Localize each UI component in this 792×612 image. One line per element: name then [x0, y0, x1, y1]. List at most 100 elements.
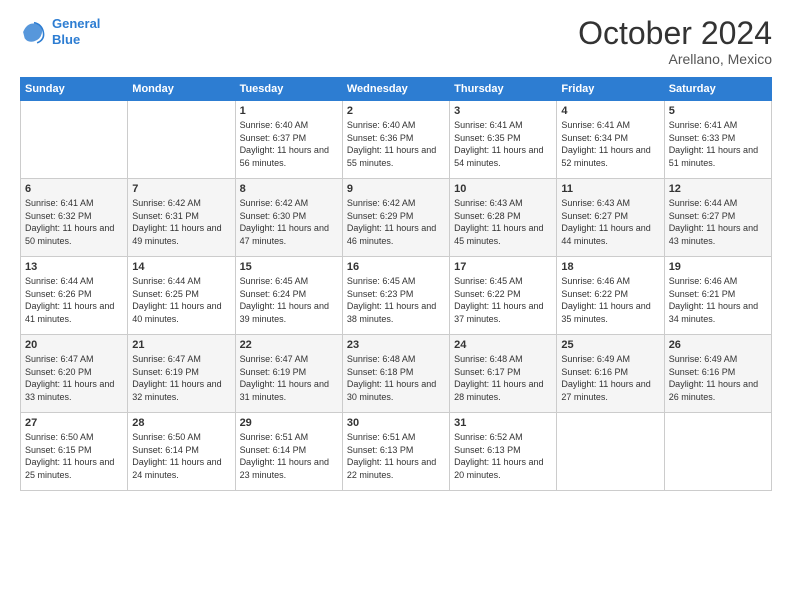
daylight: Daylight: 11 hours and 25 minutes. — [25, 457, 114, 480]
sunrise: Sunrise: 6:44 AM — [132, 276, 201, 286]
day-info: Sunrise: 6:46 AM Sunset: 6:21 PM Dayligh… — [669, 275, 767, 325]
day-info: Sunrise: 6:50 AM Sunset: 6:15 PM Dayligh… — [25, 431, 123, 481]
day-number: 26 — [669, 339, 767, 351]
day-cell: 19 Sunrise: 6:46 AM Sunset: 6:21 PM Dayl… — [664, 257, 771, 335]
header-tuesday: Tuesday — [235, 78, 342, 101]
day-cell: 18 Sunrise: 6:46 AM Sunset: 6:22 PM Dayl… — [557, 257, 664, 335]
day-info: Sunrise: 6:43 AM Sunset: 6:28 PM Dayligh… — [454, 197, 552, 247]
daylight: Daylight: 11 hours and 38 minutes. — [347, 301, 436, 324]
sunrise: Sunrise: 6:42 AM — [347, 198, 416, 208]
day-info: Sunrise: 6:42 AM Sunset: 6:30 PM Dayligh… — [240, 197, 338, 247]
daylight: Daylight: 11 hours and 20 minutes. — [454, 457, 543, 480]
logo-line2: Blue — [52, 32, 80, 47]
daylight: Daylight: 11 hours and 41 minutes. — [25, 301, 114, 324]
sunrise: Sunrise: 6:41 AM — [669, 120, 738, 130]
day-cell: 25 Sunrise: 6:49 AM Sunset: 6:16 PM Dayl… — [557, 335, 664, 413]
sunset: Sunset: 6:31 PM — [132, 211, 199, 221]
day-cell: 27 Sunrise: 6:50 AM Sunset: 6:15 PM Dayl… — [21, 413, 128, 491]
day-number: 8 — [240, 183, 338, 195]
sunrise: Sunrise: 6:51 AM — [240, 432, 309, 442]
sunset: Sunset: 6:25 PM — [132, 289, 199, 299]
sunset: Sunset: 6:28 PM — [454, 211, 521, 221]
day-number: 23 — [347, 339, 445, 351]
sunset: Sunset: 6:15 PM — [25, 445, 92, 455]
daylight: Daylight: 11 hours and 51 minutes. — [669, 145, 758, 168]
day-number: 1 — [240, 105, 338, 117]
daylight: Daylight: 11 hours and 24 minutes. — [132, 457, 221, 480]
sunrise: Sunrise: 6:46 AM — [669, 276, 738, 286]
calendar-header: Sunday Monday Tuesday Wednesday Thursday… — [21, 78, 772, 101]
daylight: Daylight: 11 hours and 26 minutes. — [669, 379, 758, 402]
day-number: 12 — [669, 183, 767, 195]
sunrise: Sunrise: 6:49 AM — [669, 354, 738, 364]
day-cell: 6 Sunrise: 6:41 AM Sunset: 6:32 PM Dayli… — [21, 179, 128, 257]
daylight: Daylight: 11 hours and 56 minutes. — [240, 145, 329, 168]
location-subtitle: Arellano, Mexico — [578, 51, 772, 67]
day-number: 11 — [561, 183, 659, 195]
daylight: Daylight: 11 hours and 28 minutes. — [454, 379, 543, 402]
sunrise: Sunrise: 6:47 AM — [132, 354, 201, 364]
sunrise: Sunrise: 6:41 AM — [561, 120, 630, 130]
sunrise: Sunrise: 6:40 AM — [347, 120, 416, 130]
day-cell — [557, 413, 664, 491]
sunset: Sunset: 6:35 PM — [454, 133, 521, 143]
sunrise: Sunrise: 6:43 AM — [454, 198, 523, 208]
sunrise: Sunrise: 6:48 AM — [347, 354, 416, 364]
day-info: Sunrise: 6:46 AM Sunset: 6:22 PM Dayligh… — [561, 275, 659, 325]
header-row: Sunday Monday Tuesday Wednesday Thursday… — [21, 78, 772, 101]
day-info: Sunrise: 6:44 AM Sunset: 6:27 PM Dayligh… — [669, 197, 767, 247]
sunset: Sunset: 6:22 PM — [454, 289, 521, 299]
sunrise: Sunrise: 6:41 AM — [454, 120, 523, 130]
sunrise: Sunrise: 6:50 AM — [132, 432, 201, 442]
day-cell: 4 Sunrise: 6:41 AM Sunset: 6:34 PM Dayli… — [557, 101, 664, 179]
day-cell — [128, 101, 235, 179]
sunset: Sunset: 6:23 PM — [347, 289, 414, 299]
day-info: Sunrise: 6:41 AM Sunset: 6:34 PM Dayligh… — [561, 119, 659, 169]
day-info: Sunrise: 6:45 AM Sunset: 6:23 PM Dayligh… — [347, 275, 445, 325]
day-info: Sunrise: 6:47 AM Sunset: 6:20 PM Dayligh… — [25, 353, 123, 403]
sunset: Sunset: 6:18 PM — [347, 367, 414, 377]
day-cell: 28 Sunrise: 6:50 AM Sunset: 6:14 PM Dayl… — [128, 413, 235, 491]
sunset: Sunset: 6:37 PM — [240, 133, 307, 143]
day-cell: 15 Sunrise: 6:45 AM Sunset: 6:24 PM Dayl… — [235, 257, 342, 335]
day-info: Sunrise: 6:45 AM Sunset: 6:22 PM Dayligh… — [454, 275, 552, 325]
header-saturday: Saturday — [664, 78, 771, 101]
sunrise: Sunrise: 6:50 AM — [25, 432, 94, 442]
day-cell: 30 Sunrise: 6:51 AM Sunset: 6:13 PM Dayl… — [342, 413, 449, 491]
day-info: Sunrise: 6:47 AM Sunset: 6:19 PM Dayligh… — [132, 353, 230, 403]
day-info: Sunrise: 6:45 AM Sunset: 6:24 PM Dayligh… — [240, 275, 338, 325]
sunset: Sunset: 6:13 PM — [347, 445, 414, 455]
page: General Blue October 2024 Arellano, Mexi… — [0, 0, 792, 612]
header-sunday: Sunday — [21, 78, 128, 101]
day-info: Sunrise: 6:40 AM Sunset: 6:37 PM Dayligh… — [240, 119, 338, 169]
day-info: Sunrise: 6:42 AM Sunset: 6:29 PM Dayligh… — [347, 197, 445, 247]
day-number: 10 — [454, 183, 552, 195]
sunrise: Sunrise: 6:45 AM — [454, 276, 523, 286]
daylight: Daylight: 11 hours and 39 minutes. — [240, 301, 329, 324]
daylight: Daylight: 11 hours and 40 minutes. — [132, 301, 221, 324]
day-info: Sunrise: 6:47 AM Sunset: 6:19 PM Dayligh… — [240, 353, 338, 403]
week-row-4: 27 Sunrise: 6:50 AM Sunset: 6:15 PM Dayl… — [21, 413, 772, 491]
day-cell: 3 Sunrise: 6:41 AM Sunset: 6:35 PM Dayli… — [450, 101, 557, 179]
header-monday: Monday — [128, 78, 235, 101]
day-number: 13 — [25, 261, 123, 273]
daylight: Daylight: 11 hours and 32 minutes. — [132, 379, 221, 402]
day-cell: 31 Sunrise: 6:52 AM Sunset: 6:13 PM Dayl… — [450, 413, 557, 491]
daylight: Daylight: 11 hours and 37 minutes. — [454, 301, 543, 324]
sunrise: Sunrise: 6:47 AM — [25, 354, 94, 364]
sunset: Sunset: 6:29 PM — [347, 211, 414, 221]
day-cell: 22 Sunrise: 6:47 AM Sunset: 6:19 PM Dayl… — [235, 335, 342, 413]
logo: General Blue — [20, 16, 100, 47]
sunrise: Sunrise: 6:44 AM — [669, 198, 738, 208]
day-number: 7 — [132, 183, 230, 195]
day-info: Sunrise: 6:51 AM Sunset: 6:13 PM Dayligh… — [347, 431, 445, 481]
day-number: 29 — [240, 417, 338, 429]
daylight: Daylight: 11 hours and 49 minutes. — [132, 223, 221, 246]
day-number: 15 — [240, 261, 338, 273]
daylight: Daylight: 11 hours and 46 minutes. — [347, 223, 436, 246]
day-cell: 26 Sunrise: 6:49 AM Sunset: 6:16 PM Dayl… — [664, 335, 771, 413]
day-info: Sunrise: 6:49 AM Sunset: 6:16 PM Dayligh… — [669, 353, 767, 403]
day-number: 18 — [561, 261, 659, 273]
sunset: Sunset: 6:36 PM — [347, 133, 414, 143]
day-cell: 10 Sunrise: 6:43 AM Sunset: 6:28 PM Dayl… — [450, 179, 557, 257]
